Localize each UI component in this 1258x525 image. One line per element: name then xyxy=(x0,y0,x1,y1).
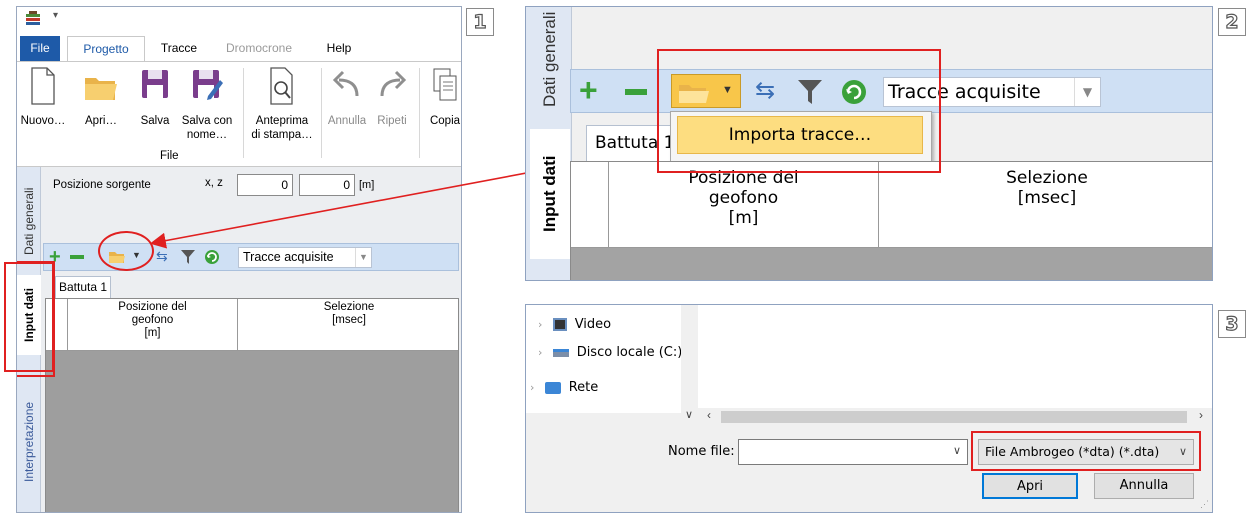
scroll-thumb[interactable] xyxy=(721,411,1187,423)
panel-zoom-toolbar: Dati generali Input dati + ▼ ⇆ Tracce ac… xyxy=(525,6,1213,281)
resize-grip-icon[interactable]: ⋰ xyxy=(1200,499,1209,510)
tree-item-rete[interactable]: › Rete xyxy=(530,380,598,395)
nome-file-input[interactable]: ∨ xyxy=(738,439,968,465)
grid-header: Posizione del geofono [m] Selezione [msec] xyxy=(571,162,1212,248)
scroll-left-icon[interactable]: ‹ xyxy=(707,408,711,422)
video-icon xyxy=(552,318,567,331)
chevron-down-icon: ∨ xyxy=(685,409,694,421)
file-list-area xyxy=(698,305,1212,413)
apri-button[interactable]: Apri xyxy=(982,473,1078,499)
step-number-3: 3 xyxy=(1218,310,1246,338)
step-number-1: 1 xyxy=(466,8,494,36)
remove-icon[interactable] xyxy=(625,89,647,95)
scroll-right-icon[interactable]: › xyxy=(1199,408,1203,422)
side-tab-input-dati[interactable]: Input dati xyxy=(530,129,570,259)
chevron-right-icon: › xyxy=(538,346,543,359)
highlight-file-type xyxy=(971,431,1201,471)
add-icon[interactable]: + xyxy=(579,73,598,107)
tree-item-video[interactable]: › Video xyxy=(538,317,611,332)
drive-icon xyxy=(552,348,569,357)
side-tab-dati-generali[interactable]: Dati generali xyxy=(530,7,570,119)
tree-vertical-scrollbar[interactable] xyxy=(681,305,698,413)
geofoni-grid: Posizione del geofono [m] Selezione [msec] xyxy=(570,161,1212,280)
column-header-posizione[interactable]: Posizione del geofono [m] xyxy=(609,162,879,247)
chevron-right-icon: › xyxy=(538,318,543,331)
nome-file-label: Nome file: xyxy=(668,444,735,459)
panel-open-file-dialog: › Video › Disco locale (C:) › Rete ∨ ‹ ›… xyxy=(525,304,1213,513)
horizontal-scrollbar[interactable]: ∨ ‹ › xyxy=(681,408,1212,426)
combo-dropdown-icon[interactable]: ▼ xyxy=(1074,78,1100,106)
network-icon xyxy=(544,381,561,394)
highlight-import-menu xyxy=(657,49,941,173)
step-number-2: 2 xyxy=(1218,8,1246,36)
tree-item-disco-locale[interactable]: › Disco locale (C:) xyxy=(538,345,682,360)
column-header-selezione[interactable]: Selezione [msec] xyxy=(879,162,1212,247)
annulla-button[interactable]: Annulla xyxy=(1094,473,1194,499)
chevron-down-icon[interactable]: ∨ xyxy=(953,444,961,457)
chevron-right-icon: › xyxy=(530,381,535,394)
row-selector-column xyxy=(571,162,609,247)
nav-tree: › Video › Disco locale (C:) › Rete xyxy=(526,305,698,413)
